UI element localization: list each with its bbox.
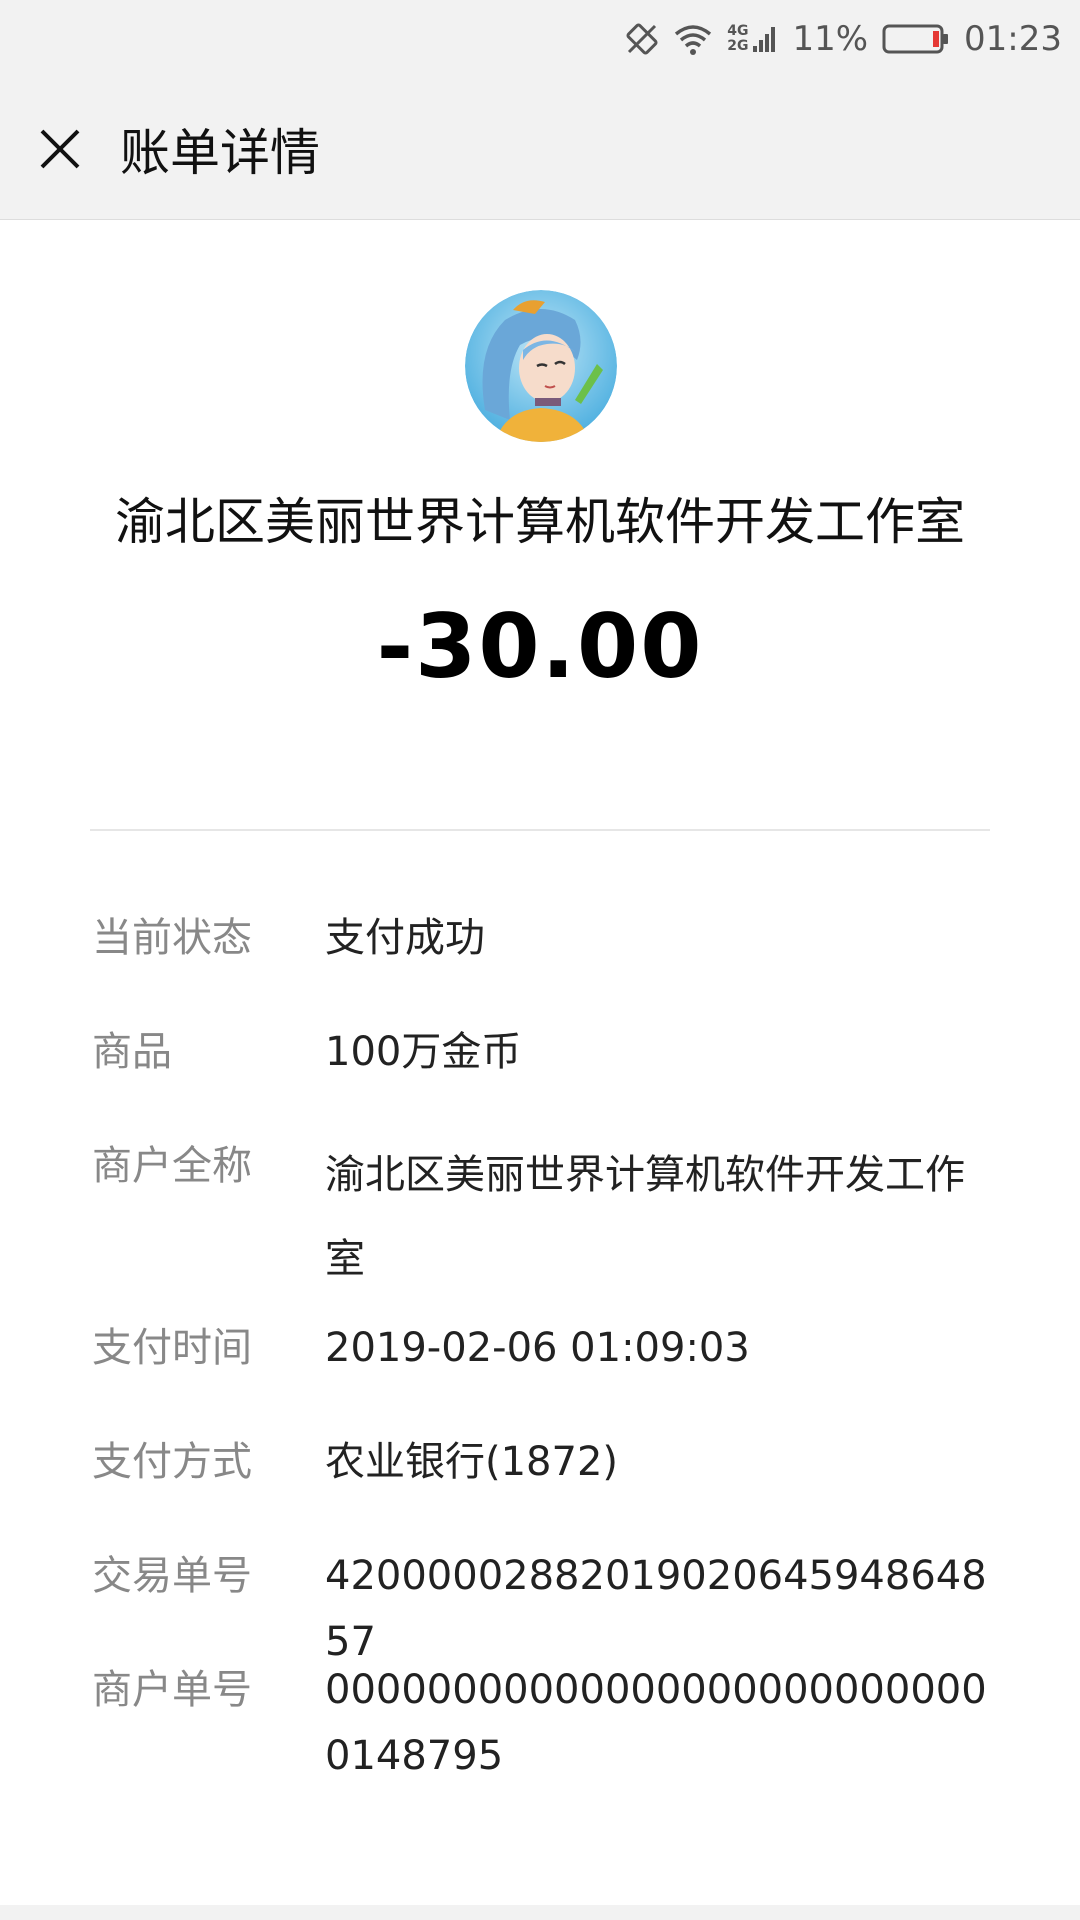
signal-icon: 4G 2G bbox=[727, 24, 778, 54]
merchant-avatar bbox=[465, 290, 617, 442]
divider bbox=[90, 829, 990, 831]
screen-rotation-icon bbox=[625, 22, 659, 56]
bill-detail-page: 4G 2G 11% 01:23 账单详情 渝北区美丽世界计算机软件开发工作室 -… bbox=[0, 0, 1080, 1920]
detail-value[interactable]: 000000000000000000000000000148795 bbox=[325, 1657, 995, 1789]
title-bar: 账单详情 bbox=[0, 78, 1080, 220]
detail-value[interactable]: 4200000288201902064594864857 bbox=[325, 1543, 995, 1675]
close-icon bbox=[40, 129, 80, 168]
battery-icon bbox=[882, 23, 950, 55]
detail-value: 2019-02-06 01:09:03 bbox=[325, 1325, 750, 1371]
detail-label: 交易单号 bbox=[92, 1553, 252, 1599]
payment-amount: -30.00 bbox=[376, 595, 704, 698]
detail-label: 支付方式 bbox=[92, 1439, 252, 1485]
detail-value: 100万金币 bbox=[325, 1029, 522, 1075]
network-4g-label: 4G bbox=[727, 23, 749, 39]
page-title: 账单详情 bbox=[120, 123, 320, 182]
wifi-icon bbox=[673, 22, 713, 56]
bottom-strip bbox=[0, 1905, 1080, 1920]
detail-label: 商户单号 bbox=[92, 1667, 252, 1713]
detail-label: 当前状态 bbox=[92, 915, 252, 961]
detail-label: 商品 bbox=[92, 1029, 172, 1075]
close-button[interactable] bbox=[30, 119, 90, 179]
status-bar: 4G 2G 11% 01:23 bbox=[0, 0, 1080, 78]
battery-percent: 11% bbox=[792, 19, 869, 59]
merchant-name: 渝北区美丽世界计算机软件开发工作室 bbox=[115, 493, 965, 551]
detail-value: 渝北区美丽世界计算机软件开发工作室 bbox=[325, 1152, 965, 1282]
detail-label: 支付时间 bbox=[92, 1325, 252, 1371]
status-time: 01:23 bbox=[964, 19, 1062, 59]
network-2g-label: 2G bbox=[727, 38, 749, 54]
detail-value: 农业银行(1872) bbox=[325, 1439, 619, 1485]
detail-value: 支付成功 bbox=[325, 915, 485, 961]
detail-label: 商户全称 bbox=[92, 1143, 252, 1189]
